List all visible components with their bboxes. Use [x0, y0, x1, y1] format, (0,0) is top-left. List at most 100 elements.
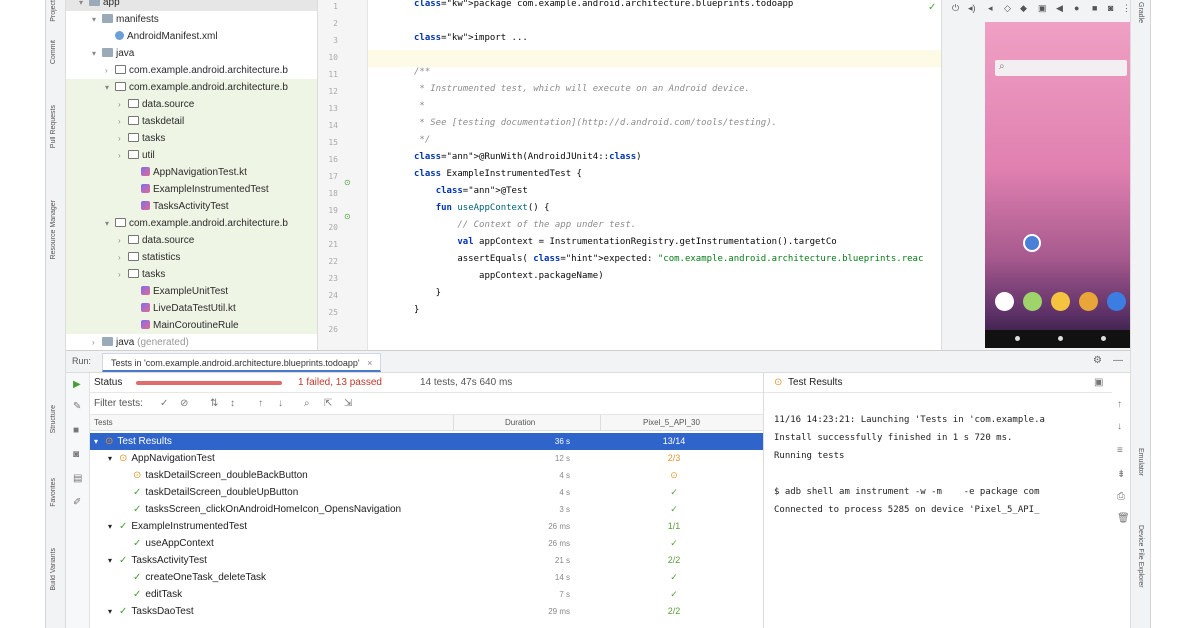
export-icon[interactable]: ⇱: [324, 398, 332, 409]
tree-item[interactable]: › data.source: [66, 96, 317, 113]
nav-recents-icon[interactable]: [1101, 336, 1106, 341]
wrap-icon[interactable]: ≡: [1117, 445, 1123, 456]
inspection-ok-icon[interactable]: ✓: [928, 2, 936, 13]
prev-failed-icon[interactable]: ↑: [258, 398, 263, 409]
code-line[interactable]: fun useAppContext() {: [414, 203, 550, 213]
nav-home-icon[interactable]: [1058, 336, 1063, 341]
build-variants-tool-tab[interactable]: Build Variants: [50, 548, 57, 591]
google-search-bar[interactable]: ⌕: [995, 60, 1127, 76]
code-line[interactable]: class="ann">@Test: [414, 186, 528, 196]
tree-item[interactable]: › com.example.android.architecture.b: [66, 62, 317, 79]
print-icon[interactable]: ⎙: [1117, 491, 1125, 502]
scroll-down-icon[interactable]: ↓: [1117, 421, 1122, 432]
code-line[interactable]: appContext.packageName): [414, 271, 604, 281]
test-row[interactable]: ✓ taskDetailScreen_doubleUpButton 4 s ✓: [90, 484, 763, 501]
code-line[interactable]: class="kw">import ...: [414, 33, 528, 43]
rotate-right-icon[interactable]: ◆: [1020, 3, 1027, 14]
expand-arrow-icon[interactable]: ▾: [108, 552, 119, 569]
code-line[interactable]: * Instrumented test, which will execute …: [414, 84, 750, 94]
camera-app-icon[interactable]: [1107, 292, 1126, 311]
expand-arrow-icon[interactable]: ▾: [92, 11, 102, 28]
code-line[interactable]: * See [testing documentation](http://d.a…: [414, 118, 777, 128]
tree-item[interactable]: › tasks: [66, 266, 317, 283]
code-line[interactable]: }: [414, 288, 441, 298]
resource-manager-tool-tab[interactable]: Resource Manager: [50, 200, 57, 260]
expand-arrow-icon[interactable]: ›: [118, 232, 128, 249]
ignored-filter-icon[interactable]: ⊘: [180, 398, 188, 409]
code-line[interactable]: *: [414, 101, 424, 111]
screenshot-icon[interactable]: ▣: [1038, 3, 1047, 14]
code-line[interactable]: /**: [414, 67, 430, 77]
layout-icon[interactable]: ▤: [73, 473, 82, 484]
next-failed-icon[interactable]: ↓: [278, 398, 283, 409]
test-row[interactable]: ▾ ⊙ Test Results 36 s 13/14: [90, 433, 763, 450]
test-row[interactable]: ✓ createOneTask_deleteTask 14 s ✓: [90, 569, 763, 586]
code-line[interactable]: class="kw">package com.example.android.a…: [414, 0, 793, 9]
sort-icon[interactable]: ⇅: [210, 398, 218, 409]
import-icon[interactable]: ⇲: [344, 398, 352, 409]
code-line[interactable]: assertEquals( class="hint">expected: "co…: [414, 254, 923, 264]
structure-tool-tab[interactable]: Structure: [50, 405, 57, 433]
expand-arrow-icon[interactable]: ▾: [94, 433, 105, 450]
code-line[interactable]: class ExampleInstrumentedTest {: [414, 169, 582, 179]
tree-item[interactable]: ▾ manifests: [66, 11, 317, 28]
expand-arrow-icon[interactable]: ▾: [105, 215, 115, 232]
tree-item[interactable]: ExampleInstrumentedTest: [66, 181, 317, 198]
chrome-app-icon[interactable]: [1079, 292, 1098, 311]
search-icon[interactable]: ⌕: [304, 398, 310, 409]
favorites-tool-tab[interactable]: Favorites: [50, 478, 57, 507]
emulator-screen[interactable]: ⌕: [985, 22, 1137, 348]
expand-arrow-icon[interactable]: ›: [118, 96, 128, 113]
expand-arrow-icon[interactable]: ›: [118, 147, 128, 164]
tree-item[interactable]: ExampleUnitTest: [66, 283, 317, 300]
commit-tool-tab[interactable]: Commit: [50, 40, 57, 64]
code-line[interactable]: */: [414, 135, 430, 145]
messages-app-icon[interactable]: [1023, 292, 1042, 311]
save-icon[interactable]: ▣: [1094, 377, 1103, 388]
duration-column[interactable]: Duration: [505, 418, 535, 427]
gear-icon[interactable]: ⚙: [1093, 355, 1102, 366]
test-row[interactable]: ✓ editTask 7 s ✓: [90, 586, 763, 603]
tests-column[interactable]: Tests: [94, 418, 113, 427]
expand-arrow-icon[interactable]: ▾: [105, 79, 115, 96]
nav-back-icon[interactable]: [1015, 336, 1020, 341]
tree-item[interactable]: AndroidManifest.xml: [66, 28, 317, 45]
stop-icon[interactable]: ■: [73, 425, 79, 436]
test-row[interactable]: ✓ tasksScreen_clickOnAndroidHomeIcon_Open…: [90, 501, 763, 518]
volume-down-icon[interactable]: ◂: [988, 3, 993, 14]
expand-arrow-icon[interactable]: ▾: [108, 518, 119, 535]
phone-app-icon[interactable]: [995, 292, 1014, 311]
tree-item[interactable]: › taskdetail: [66, 113, 317, 130]
project-tool-tab[interactable]: Project: [50, 0, 57, 22]
code-editor[interactable]: class="kw">package com.example.android.a…: [368, 0, 941, 350]
test-row[interactable]: ▾ ⊙ AppNavigationTest 12 s 2/3: [90, 450, 763, 467]
tree-item[interactable]: › util: [66, 147, 317, 164]
tree-item[interactable]: ▾ app: [66, 0, 317, 11]
run-gutter-icon[interactable]: ⊙: [344, 212, 351, 221]
tree-item[interactable]: ▾ java: [66, 45, 317, 62]
maps-app-icon[interactable]: [1051, 292, 1070, 311]
run-gutter-icon[interactable]: ⊙: [344, 178, 351, 187]
trash-icon[interactable]: 🗑: [1117, 513, 1130, 524]
expand-arrow-icon[interactable]: ›: [118, 113, 128, 130]
expand-arrow-icon[interactable]: ▾: [79, 0, 89, 11]
passed-filter-icon[interactable]: ✓: [160, 398, 168, 409]
power-icon[interactable]: ⏻: [952, 3, 959, 14]
tab-run-tests[interactable]: Tests in 'com.example.android.architectu…: [102, 353, 382, 372]
camera-icon[interactable]: ◙: [73, 449, 79, 460]
tree-item[interactable]: ▾ com.example.android.architecture.b: [66, 215, 317, 232]
tree-item[interactable]: › data.source: [66, 232, 317, 249]
expand-arrow-icon[interactable]: ›: [118, 130, 128, 147]
tree-item[interactable]: › tasks: [66, 130, 317, 147]
wrench-icon[interactable]: ✎: [73, 401, 81, 412]
minimize-icon[interactable]: —: [1113, 355, 1123, 366]
scroll-up-icon[interactable]: ↑: [1117, 399, 1122, 410]
camera-icon[interactable]: ◙: [1108, 3, 1113, 13]
rerun-icon[interactable]: ▶: [73, 379, 81, 390]
volume-up-icon[interactable]: ◂): [968, 3, 976, 14]
rotate-left-icon[interactable]: ◇: [1004, 3, 1011, 14]
device-column[interactable]: Pixel_5_API_30: [643, 418, 700, 427]
test-row[interactable]: ▾ ✓ TasksDaoTest 29 ms 2/2: [90, 603, 763, 620]
test-row[interactable]: ▾ ✓ TasksActivityTest 21 s 2/2: [90, 552, 763, 569]
scroll-end-icon[interactable]: ⇟: [1117, 469, 1125, 480]
